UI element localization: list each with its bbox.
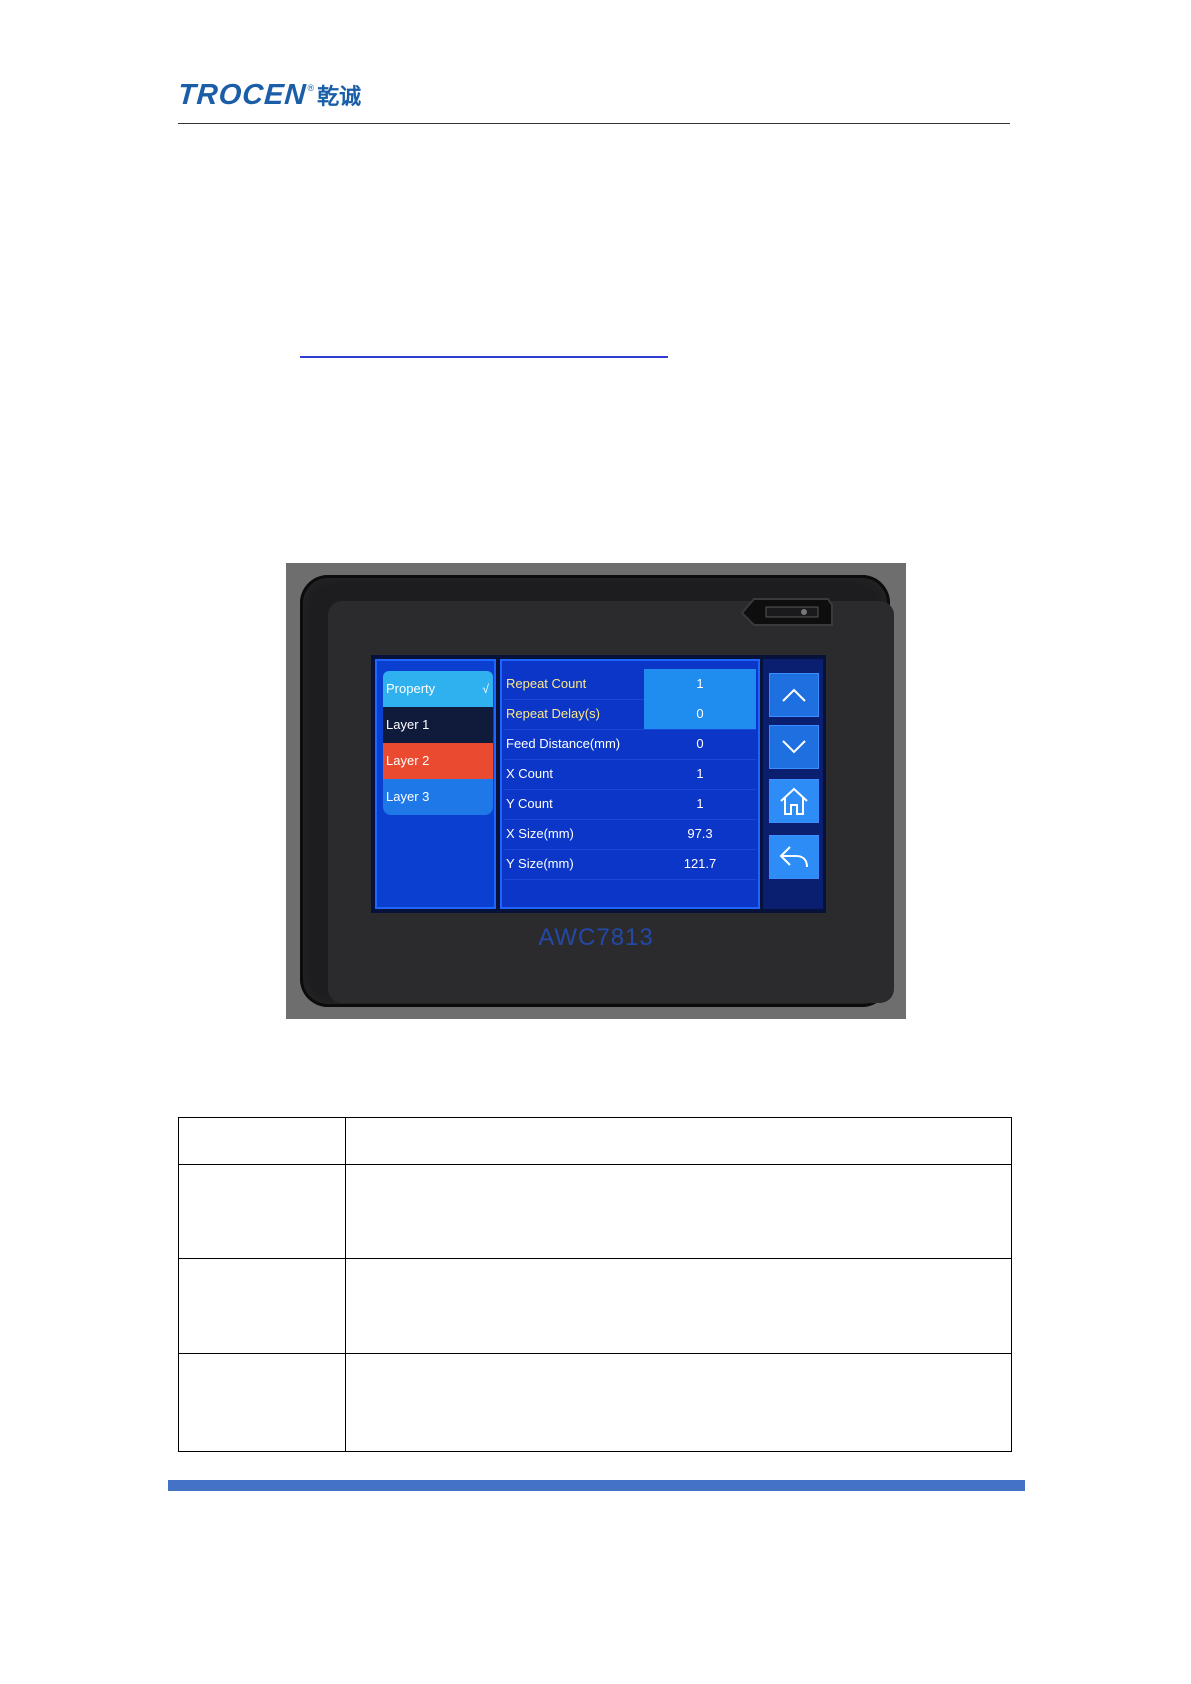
home-icon bbox=[780, 787, 808, 815]
sidebar-item-layer-2[interactable]: Layer 2 bbox=[383, 743, 493, 779]
trocen-logo: TROCEN ® 乾诚 bbox=[176, 78, 362, 112]
logo-chinese-text: 乾诚 bbox=[317, 85, 362, 110]
property-parameter-list: Repeat Count 1 Repeat Delay(s) 0 Feed Di… bbox=[500, 659, 760, 909]
description-table bbox=[178, 1117, 1012, 1452]
footer-bar bbox=[168, 1480, 1025, 1491]
table-row bbox=[179, 1164, 1011, 1259]
header-divider bbox=[178, 123, 1010, 124]
sidebar-item-layer-1[interactable]: Layer 1 bbox=[383, 707, 493, 743]
chevron-up-icon bbox=[782, 688, 806, 702]
param-row-repeat-delay[interactable]: Repeat Delay(s) 0 bbox=[504, 699, 756, 730]
param-label: Y Size(mm) bbox=[506, 856, 574, 871]
table-row bbox=[179, 1353, 1011, 1452]
param-label: Feed Distance(mm) bbox=[506, 736, 621, 751]
param-row-feed-distance[interactable]: Feed Distance(mm) 0 bbox=[504, 729, 756, 760]
sidebar-item-label: Layer 1 bbox=[386, 717, 430, 732]
param-row-y-count[interactable]: Y Count 1 bbox=[504, 789, 756, 820]
param-value[interactable]: 0 bbox=[644, 729, 756, 759]
param-label: X Size(mm) bbox=[506, 826, 574, 841]
check-icon: √ bbox=[482, 682, 489, 696]
param-value[interactable]: 97.3 bbox=[644, 819, 756, 849]
touch-screen: Property √ Layer 1 Layer 2 Layer 3 Repea… bbox=[371, 655, 826, 913]
sidebar-item-property[interactable]: Property √ bbox=[383, 671, 493, 707]
param-value[interactable]: 1 bbox=[644, 789, 756, 819]
layer-sidebar: Property √ Layer 1 Layer 2 Layer 3 bbox=[375, 659, 496, 909]
param-label: Repeat Count bbox=[506, 676, 587, 691]
page-up-button[interactable] bbox=[769, 673, 819, 717]
chevron-down-icon bbox=[782, 740, 806, 754]
logo-text: TROCEN bbox=[176, 78, 308, 111]
param-value[interactable]: 1 bbox=[644, 669, 756, 699]
model-label: AWC7813 bbox=[538, 924, 654, 951]
param-value[interactable]: 121.7 bbox=[644, 849, 756, 879]
table-row bbox=[179, 1258, 1011, 1353]
controller-photo: Property √ Layer 1 Layer 2 Layer 3 Repea… bbox=[286, 563, 906, 1019]
param-row-repeat-count[interactable]: Repeat Count 1 bbox=[504, 669, 756, 700]
page-down-button[interactable] bbox=[769, 725, 819, 769]
param-label: Y Count bbox=[506, 796, 553, 811]
registered-mark: ® bbox=[307, 83, 315, 93]
param-row-y-size[interactable]: Y Size(mm) 121.7 bbox=[504, 849, 756, 880]
sidebar-item-layer-3[interactable]: Layer 3 bbox=[383, 779, 493, 815]
param-label: Repeat Delay(s) bbox=[506, 706, 600, 721]
param-row-x-count[interactable]: X Count 1 bbox=[504, 759, 756, 790]
sidebar-item-label: Property bbox=[386, 681, 436, 696]
param-value[interactable]: 1 bbox=[644, 759, 756, 789]
navigation-panel bbox=[763, 659, 823, 909]
param-row-x-size[interactable]: X Size(mm) 97.3 bbox=[504, 819, 756, 850]
back-button[interactable] bbox=[769, 835, 819, 879]
back-arrow-icon bbox=[779, 846, 808, 868]
table-row bbox=[179, 1117, 1011, 1164]
sidebar-item-label: Layer 3 bbox=[386, 789, 430, 804]
home-button[interactable] bbox=[769, 779, 819, 823]
sidebar-item-label: Layer 2 bbox=[386, 753, 430, 768]
param-value[interactable]: 0 bbox=[644, 699, 756, 729]
usb-port-icon bbox=[740, 598, 833, 626]
param-label: X Count bbox=[506, 766, 553, 781]
hyperlink-underline[interactable] bbox=[300, 356, 668, 358]
